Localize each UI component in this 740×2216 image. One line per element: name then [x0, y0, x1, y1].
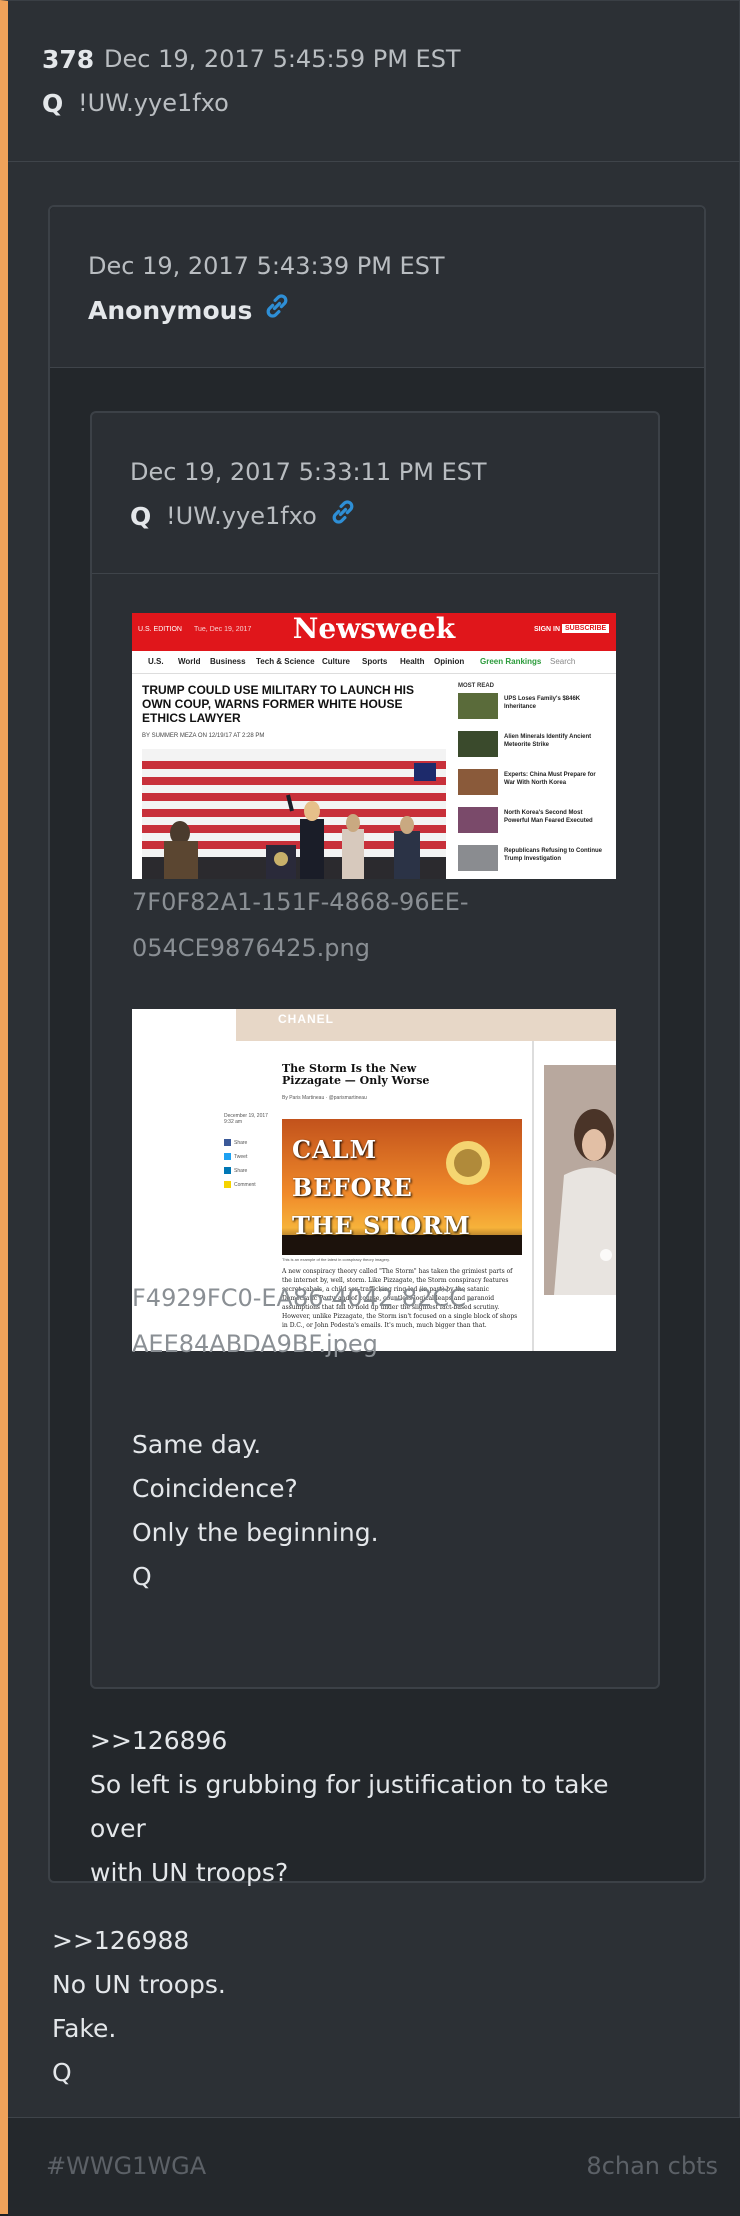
- calm-before-storm-image: CALM BEFORE THE STORM: [282, 1119, 522, 1255]
- poster-tripcode: !UW.yye1fxo: [78, 89, 229, 117]
- share-facebook: Share: [224, 1139, 264, 1149]
- nested-post-date: Dec 19, 2017 5:33:11 PM EST: [130, 458, 487, 486]
- share-twitter: Tweet: [224, 1153, 264, 1163]
- quoted-post-body: >>126896 So left is grubbing for justifi…: [90, 1719, 670, 1895]
- quoted-post-header: Dec 19, 2017 5:43:39 PM EST Anonymous: [50, 207, 704, 368]
- newsweek-screenshot-image[interactable]: U.S. EDITION Tue, Dec 19, 2017 Newsweek …: [132, 613, 616, 879]
- newsweek-headline: TRUMP COULD USE MILITARY TO LAUNCH HIS O…: [142, 683, 415, 725]
- calm-before-storm-text: CALM BEFORE THE STORM: [292, 1135, 471, 1240]
- most-read-item: Experts: China Must Prepare for War With…: [458, 765, 608, 803]
- most-read-item: Alien Minerals Identify Ancient Meteorit…: [458, 727, 608, 765]
- most-read-item: Republicans Refusing to Continue Trump I…: [458, 841, 608, 879]
- post-body: >>126988 No UN troops. Fake. Q: [52, 1919, 226, 2095]
- side-ad-photo: [544, 1065, 616, 1295]
- article-caption: This is an example of the latest in cons…: [282, 1257, 390, 1262]
- q-post: 378 Dec 19, 2017 5:45:59 PM EST Q !UW.yy…: [0, 0, 740, 2216]
- hashtag: #WWG1WGA: [46, 2152, 207, 2180]
- newsweek-nav: U.S. World Business Tech & Science Cultu…: [132, 651, 616, 674]
- nested-quoted-post: Dec 19, 2017 5:33:11 PM EST Q !UW.yye1fx…: [90, 411, 660, 1689]
- sign-in-label: SIGN IN: [534, 626, 561, 633]
- nav-item: Business: [210, 657, 246, 666]
- newsweek-photo: [142, 749, 446, 879]
- reply-link[interactable]: >>126896: [90, 1719, 670, 1763]
- nav-item: Opinion: [434, 657, 465, 666]
- nav-search: Search: [550, 657, 576, 666]
- chanel-banner-text: CHANEL: [278, 1012, 334, 1026]
- share-comment: Comment: [224, 1181, 264, 1191]
- article-title: The Storm Is the New Pizzagate — Only Wo…: [282, 1062, 430, 1087]
- nav-item: Health: [400, 657, 425, 666]
- nested-poster-tripcode: !UW.yye1fxo: [166, 502, 317, 530]
- most-read-sidebar: MOST READ UPS Loses Family's $846K Inher…: [458, 683, 608, 879]
- nav-item: World: [178, 657, 201, 666]
- reply-link[interactable]: >>126988: [52, 1919, 226, 1963]
- poster-name: Q: [42, 89, 64, 118]
- image1-filename[interactable]: 7F0F82A1-151F-4868-96EE- 054CE9876425.pn…: [132, 879, 469, 971]
- quoted-poster-name: Anonymous: [88, 296, 253, 325]
- link-icon[interactable]: [262, 291, 292, 321]
- subscribe-label: SUBSCRIBE: [562, 624, 610, 633]
- post-number[interactable]: 378: [42, 45, 94, 74]
- post-header: 378 Dec 19, 2017 5:45:59 PM EST Q !UW.yy…: [8, 1, 740, 162]
- link-icon[interactable]: [328, 497, 358, 527]
- quoted-post: Dec 19, 2017 5:43:39 PM EST Anonymous De…: [48, 205, 706, 1887]
- most-read-item: North Korea's Second Most Powerful Man F…: [458, 803, 608, 841]
- nested-post-header: Dec 19, 2017 5:33:11 PM EST Q !UW.yye1fx…: [92, 413, 658, 574]
- nav-item: Sports: [362, 657, 388, 666]
- quoted-post-date: Dec 19, 2017 5:43:39 PM EST: [88, 252, 445, 280]
- source-label: 8chan cbts: [586, 2152, 718, 2180]
- nested-post-body: Same day. Coincidence? Only the beginnin…: [132, 1430, 379, 1591]
- nav-item: U.S.: [148, 657, 164, 666]
- divider: [532, 1041, 534, 1351]
- image2-filename[interactable]: F4929FC0-EA86-4042-82CC- AEE84ABDA9BF.jp…: [132, 1275, 475, 1367]
- nested-poster-name: Q: [130, 502, 152, 531]
- share-linkedin: Share: [224, 1167, 264, 1177]
- article-byline: By Paris Martineau · @parismartineau: [282, 1095, 367, 1101]
- nav-item: Culture: [322, 657, 350, 666]
- newsweek-byline: BY SUMMER MEZA ON 12/19/17 AT 2:28 PM: [142, 733, 265, 739]
- most-read-item: UPS Loses Family's $846K Inheritance: [458, 689, 608, 727]
- post-footer: #WWG1WGA 8chan cbts: [8, 2117, 740, 2216]
- nav-item: Green Rankings: [480, 657, 542, 666]
- nav-item: Tech & Science: [256, 657, 315, 666]
- article-date: December 19, 2017 9:32 am: [224, 1113, 268, 1125]
- post-date: Dec 19, 2017 5:45:59 PM EST: [104, 45, 461, 73]
